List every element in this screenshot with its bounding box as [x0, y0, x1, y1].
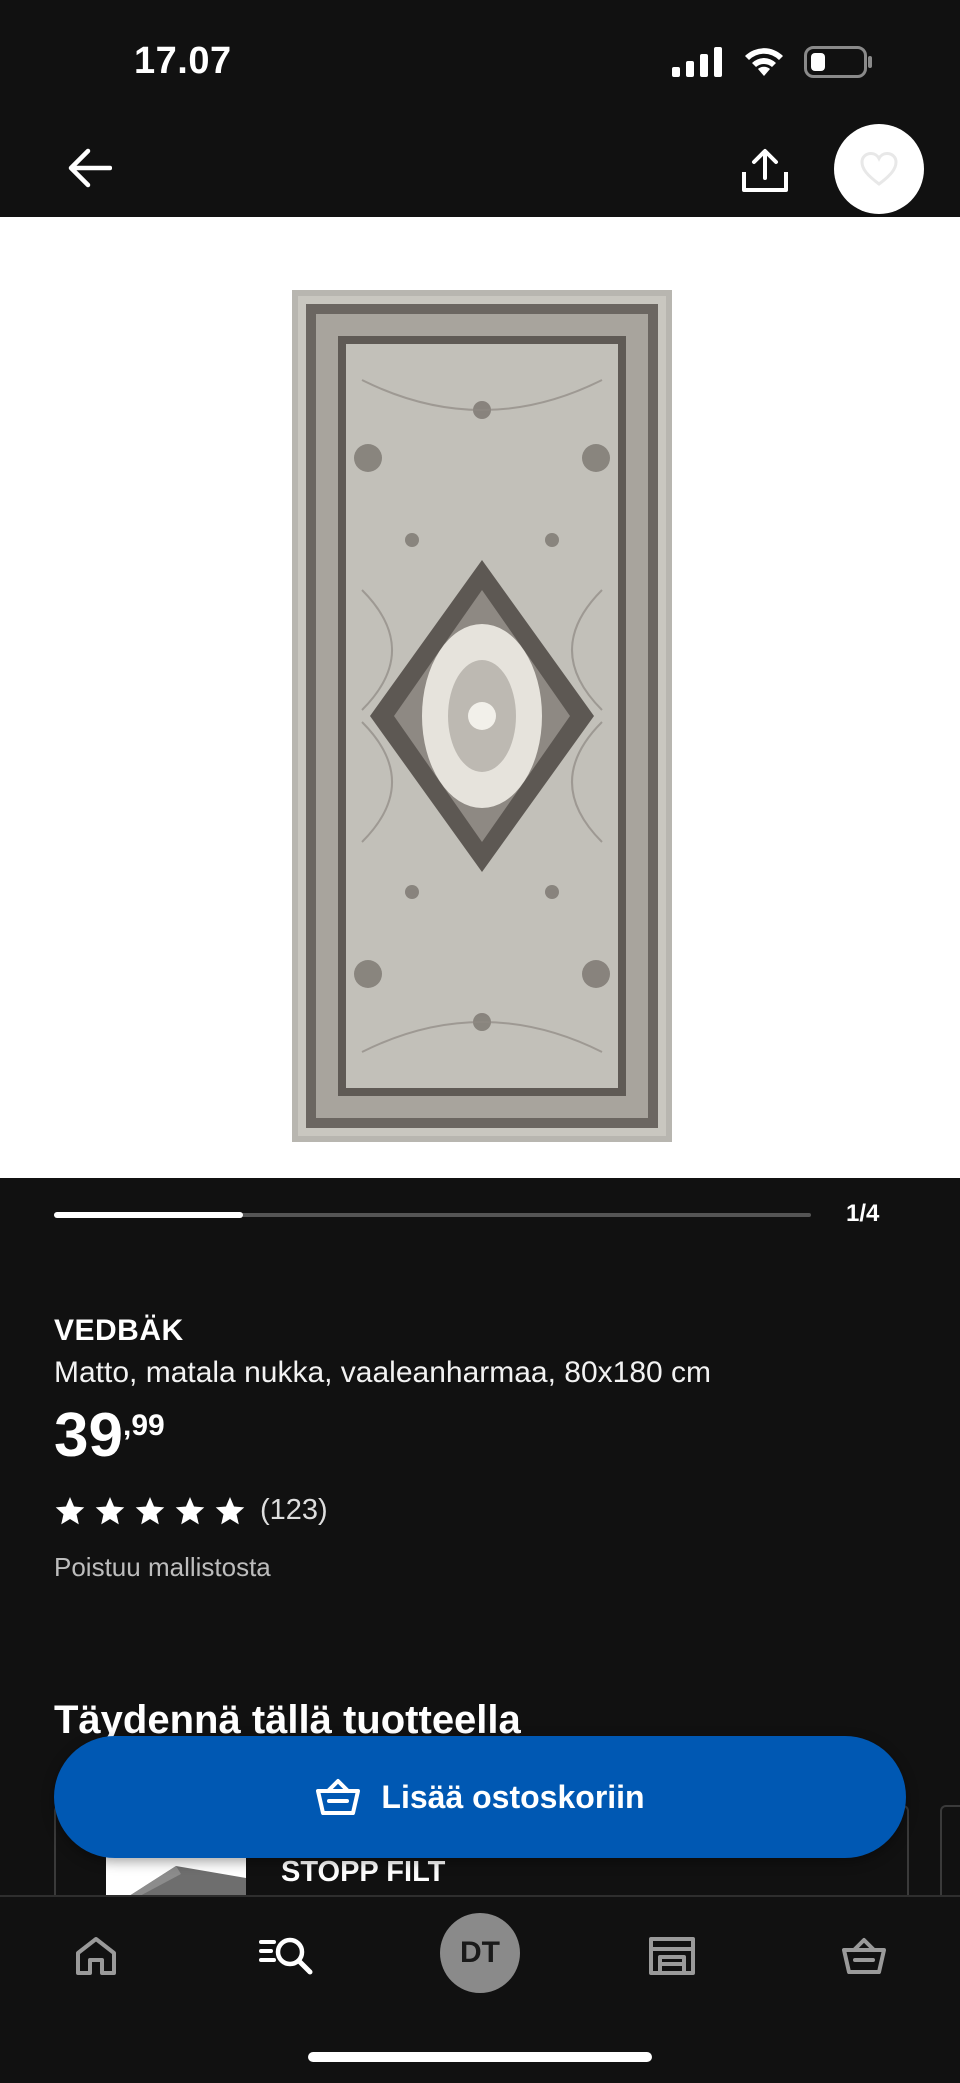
- star-icon: [175, 1496, 205, 1524]
- product-image[interactable]: [292, 290, 672, 1142]
- price-integer: 39: [54, 1401, 123, 1470]
- tab-profile-avatar[interactable]: DT: [440, 1913, 520, 1993]
- product-description: Matto, matala nukka, vaaleanharmaa, 80x1…: [54, 1356, 712, 1389]
- product-rating[interactable]: (123): [54, 1494, 328, 1527]
- carousel-progress-fill: [54, 1212, 244, 1218]
- star-icon: [95, 1496, 125, 1524]
- tab-search[interactable]: [246, 1924, 326, 1988]
- complement-product-card-next[interactable]: [940, 1805, 960, 1907]
- wifi-icon: [745, 48, 783, 76]
- signal-icon: [672, 47, 722, 77]
- battery-icon: [804, 46, 872, 78]
- home-icon: [76, 1937, 116, 1975]
- carousel-counter: 1/4: [846, 1200, 880, 1227]
- search-icon: [259, 1937, 313, 1975]
- share-icon: [742, 149, 788, 192]
- favourite-button[interactable]: [834, 124, 924, 214]
- tab-cart[interactable]: [824, 1924, 904, 1988]
- star-icon: [55, 1496, 85, 1524]
- add-to-cart-label: Lisää ostoskoriin: [381, 1778, 645, 1815]
- rating-count: (123): [260, 1494, 328, 1526]
- product-brand: VEDBÄK: [54, 1314, 184, 1347]
- store-icon: [649, 1937, 695, 1975]
- basket-icon: [316, 1779, 361, 1815]
- share-button[interactable]: [730, 138, 800, 204]
- tab-stores[interactable]: [632, 1924, 712, 1988]
- price-decimal: 99: [131, 1409, 165, 1442]
- add-to-cart-button[interactable]: Lisää ostoskoriin: [54, 1736, 906, 1858]
- price-separator: ,: [122, 1409, 132, 1442]
- tab-home[interactable]: [56, 1924, 136, 1988]
- home-indicator[interactable]: [308, 2052, 652, 2062]
- heart-icon: [860, 151, 898, 186]
- basket-icon: [842, 1938, 886, 1974]
- availability-notice: Poistuu mallistosta: [54, 1552, 271, 1582]
- star-icon: [215, 1496, 245, 1524]
- arrow-left-icon: [68, 148, 112, 188]
- star-icon: [135, 1496, 165, 1524]
- status-icons: [672, 46, 874, 78]
- complement-product-name: STOPP FILT: [281, 1856, 446, 1888]
- back-button[interactable]: [60, 138, 120, 198]
- product-price: 39 , 99: [54, 1405, 165, 1467]
- status-time: 17.07: [134, 40, 232, 82]
